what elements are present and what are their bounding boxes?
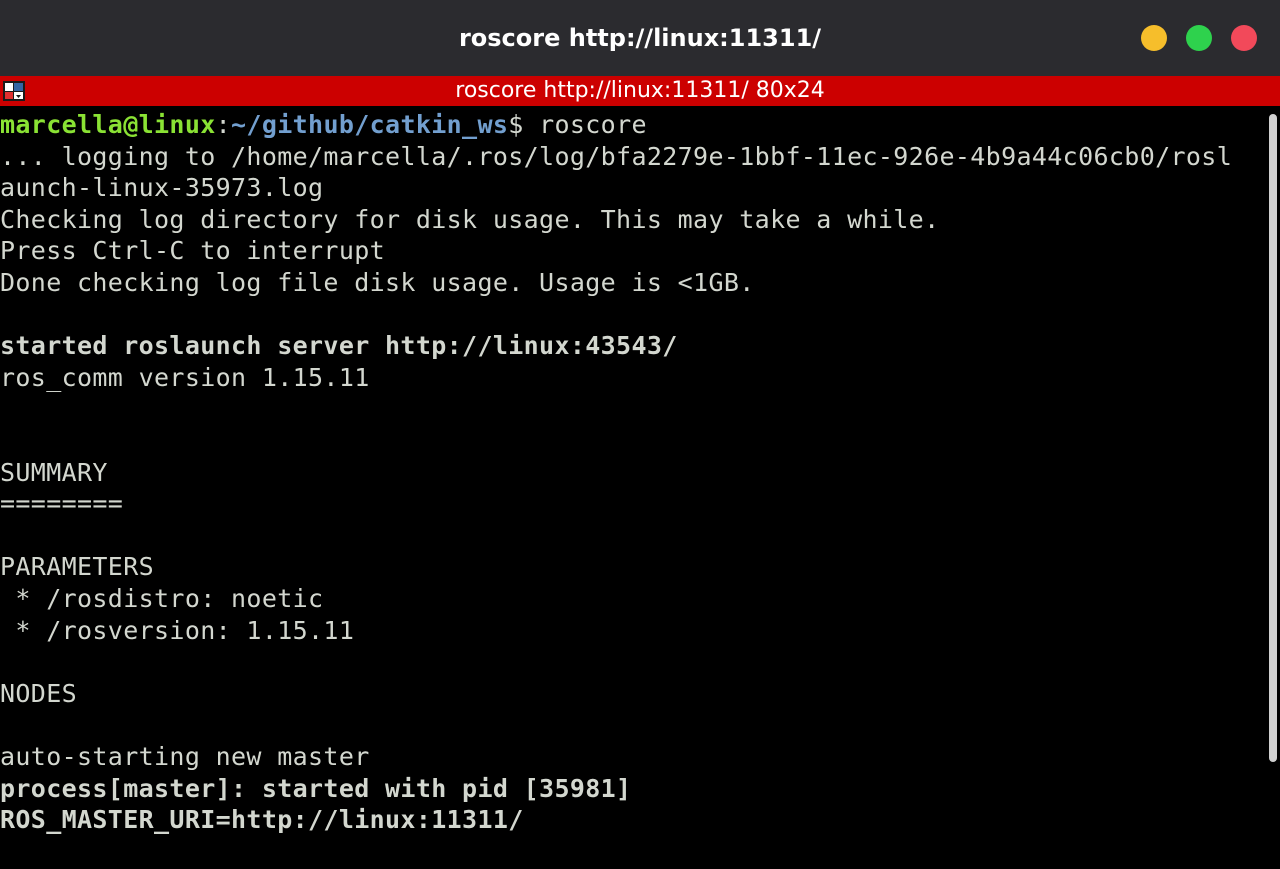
output-line: NODES — [0, 678, 78, 708]
output-line: Checking log directory for disk usage. T… — [0, 204, 940, 234]
terminal-window: roscore http://linux:11311/ roscore http… — [0, 0, 1280, 869]
terminal-scrollbar[interactable] — [1266, 106, 1280, 869]
output-line: PARAMETERS — [0, 552, 155, 582]
output-line: ROS_MASTER_URI=http://linux:11311/ — [0, 805, 524, 835]
tab-title: roscore http://linux:11311/ 80x24 — [455, 78, 825, 103]
prompt-separator: : — [215, 110, 232, 139]
terminal-tab-bar: roscore http://linux:11311/ 80x24 — [0, 76, 1280, 106]
window-titlebar[interactable]: roscore http://linux:11311/ — [0, 0, 1280, 76]
terminal-output[interactable]: marcella@linux:~/github/catkin_ws$ rosco… — [0, 106, 1266, 869]
window-title: roscore http://linux:11311/ — [458, 24, 822, 52]
scrollbar-thumb[interactable] — [1269, 114, 1277, 762]
prompt-user-host: marcella@linux — [0, 110, 216, 139]
maximize-icon[interactable] — [1186, 25, 1212, 51]
output-line: process[master]: started with pid [35981… — [0, 773, 632, 803]
output-line: SUMMARY — [0, 457, 108, 487]
output-line: * /rosdistro: noetic — [0, 584, 324, 613]
output-line: aunch-linux-35973.log — [0, 173, 324, 203]
output-line: ... logging to /home/marcella/.ros/log/b… — [0, 141, 1233, 171]
prompt-line: marcella@linux:~/github/catkin_ws$ rosco… — [0, 109, 647, 141]
output-line: Done checking log file disk usage. Usage… — [0, 268, 755, 297]
output-line: ======== — [0, 489, 124, 519]
output-line: Press Ctrl-C to interrupt — [0, 236, 386, 266]
output-line: started roslaunch server http://linux:43… — [0, 331, 678, 361]
output-line: auto-starting new master — [0, 742, 370, 771]
output-line: ros_comm version 1.15.11 — [0, 362, 370, 392]
prompt-dollar: $ — [508, 110, 524, 139]
close-icon[interactable] — [1231, 25, 1257, 51]
prompt-command: roscore — [523, 110, 647, 139]
minimize-icon[interactable] — [1141, 25, 1167, 51]
prompt-path: ~/github/catkin_ws — [231, 110, 509, 139]
output-line: * /rosversion: 1.15.11 — [0, 615, 355, 645]
